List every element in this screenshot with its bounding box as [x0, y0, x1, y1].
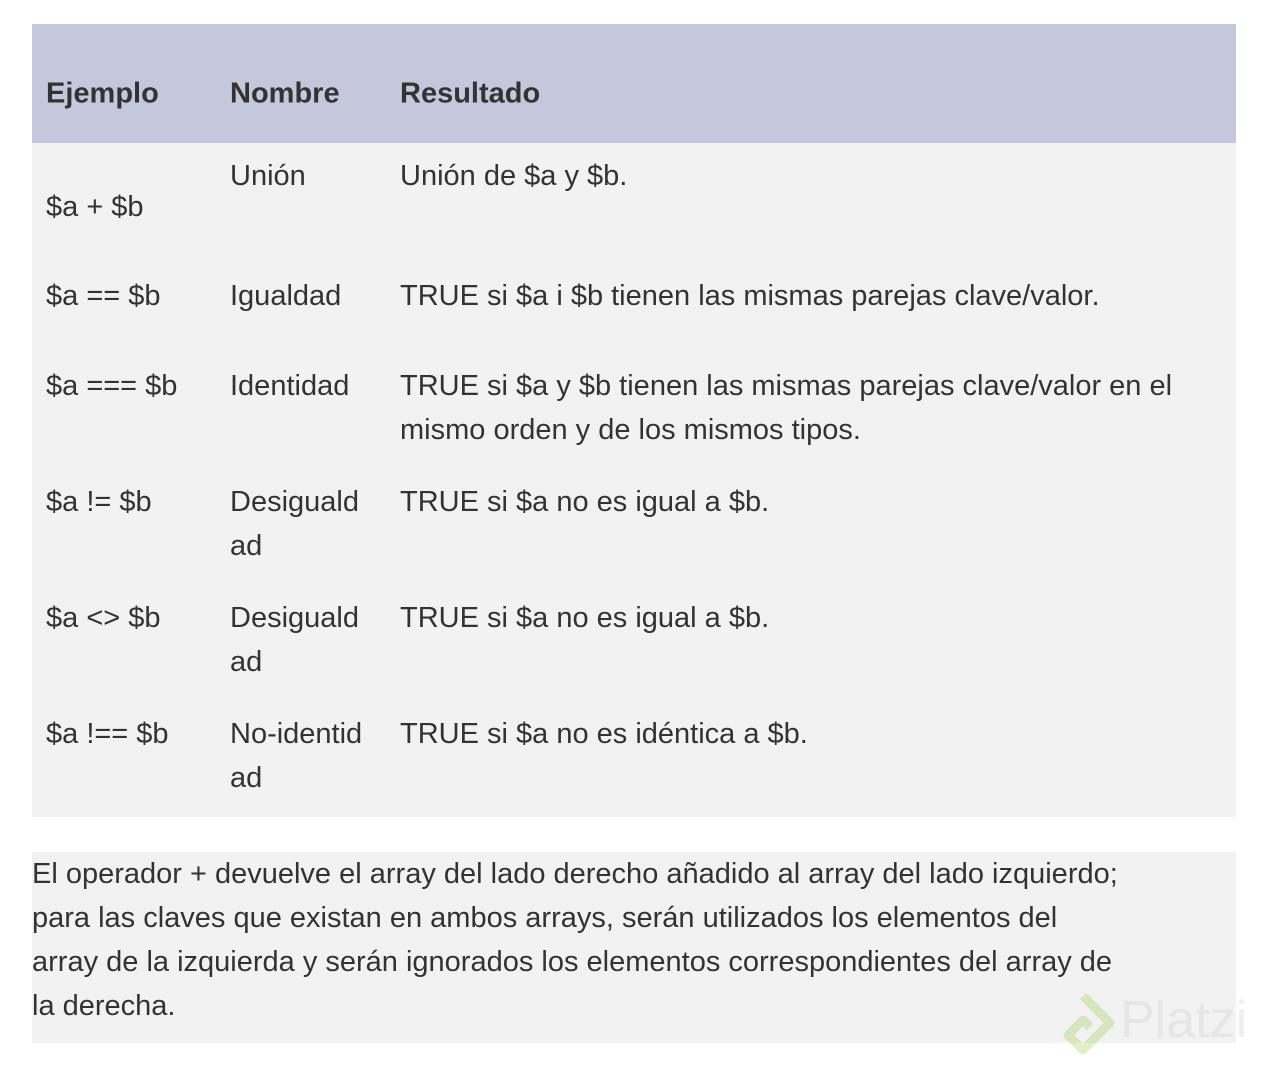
cell-example: $a != $b	[46, 486, 152, 518]
table-header: Ejemplo Nombre Resultado	[32, 24, 1236, 143]
cell-example: $a == $b	[46, 280, 161, 312]
header-nombre: Nombre	[230, 77, 340, 110]
operators-table: Ejemplo Nombre Resultado $a + $b Unión U…	[32, 24, 1236, 817]
platzi-watermark: Platzi	[1048, 990, 1268, 1060]
table-row: $a !== $b No-identidad TRUE si $a no es …	[32, 699, 1236, 817]
note-line: El operador + devuelve el array del lado…	[32, 858, 1118, 890]
cell-name: Identidad	[230, 370, 350, 402]
platzi-logo-icon	[1063, 992, 1115, 1055]
cell-example: $a + $b	[46, 191, 144, 223]
note-line: para las claves que existan en ambos arr…	[32, 902, 1058, 934]
watermark-text: Platzi	[1120, 991, 1248, 1049]
cell-name: Desigualdad	[230, 602, 359, 678]
cell-name: Unión	[230, 160, 306, 192]
cell-result: TRUE si $a no es igual a $b.	[400, 486, 770, 518]
cell-example: $a <> $b	[46, 602, 161, 634]
cell-name: Desigualdad	[230, 486, 359, 562]
header-resultado: Resultado	[400, 77, 541, 110]
table-row: $a <> $b Desigualdad TRUE si $a no es ig…	[32, 583, 1236, 699]
cell-result: Unión de $a y $b.	[400, 160, 628, 192]
note-line: array de la izquierda y serán ignorados …	[32, 946, 1113, 978]
cell-name: No-identidad	[230, 718, 363, 794]
cell-result: TRUE si $a i $b tienen las mismas pareja…	[400, 280, 1100, 312]
cell-example: $a !== $b	[46, 718, 169, 750]
header-ejemplo: Ejemplo	[46, 77, 159, 110]
table-row: $a == $b Igualdad TRUE si $a i $b tienen…	[32, 261, 1236, 351]
cell-result: TRUE si $a no es igual a $b.	[400, 602, 770, 634]
cell-result: TRUE si $a no es idéntica a $b.	[400, 718, 808, 750]
table-row: $a != $b Desigualdad TRUE si $a no es ig…	[32, 467, 1236, 583]
cell-name: Igualdad	[230, 280, 342, 312]
cell-example: $a === $b	[46, 370, 178, 402]
table-row: $a + $b Unión Unión de $a y $b.	[32, 143, 1236, 261]
table-row: $a === $b Identidad TRUE si $a y $b tien…	[32, 351, 1236, 467]
cell-result: TRUE si $a y $b tienen las mismas pareja…	[400, 370, 1173, 446]
